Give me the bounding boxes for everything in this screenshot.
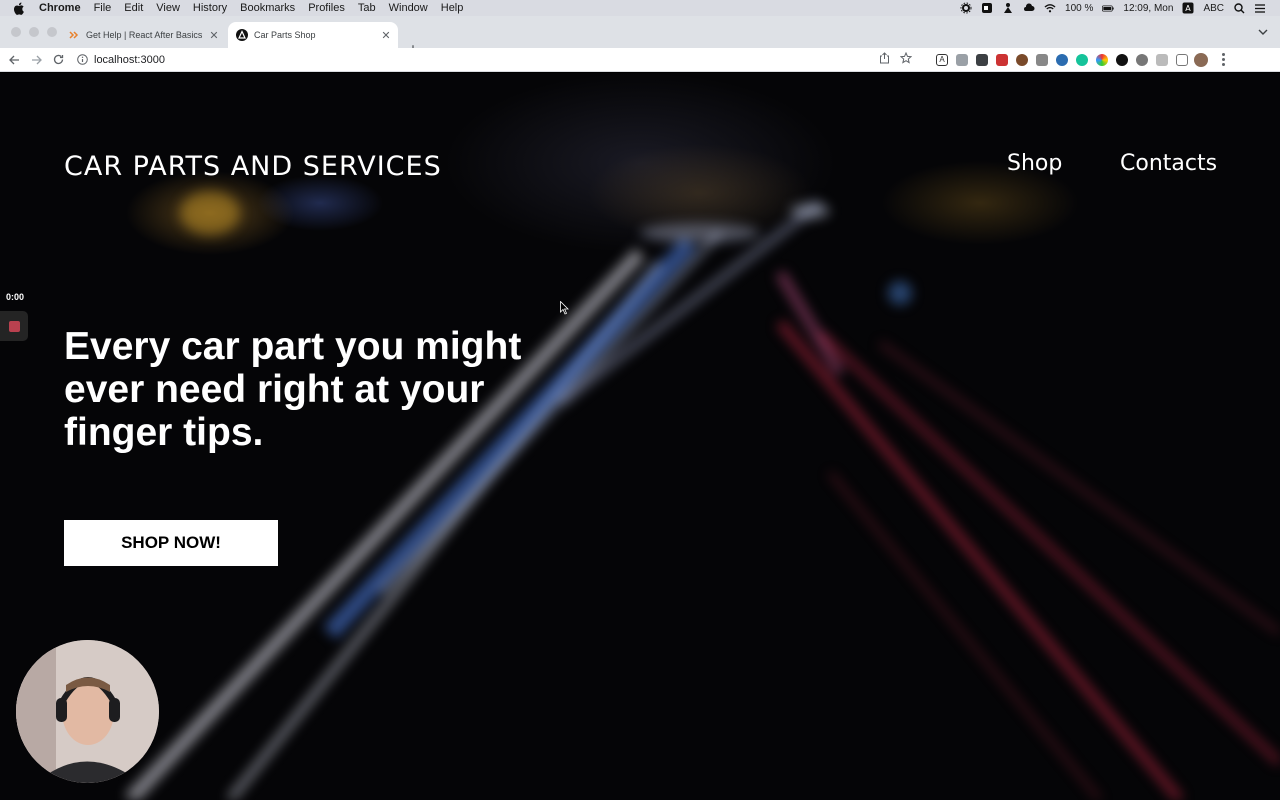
extension-color-icon[interactable] — [1096, 53, 1108, 66]
share-icon[interactable] — [879, 52, 890, 67]
zoom-window-button[interactable] — [47, 27, 57, 37]
cloud-status-icon[interactable] — [1023, 2, 1035, 14]
chevrons-icon — [68, 29, 80, 41]
reload-icon[interactable] — [50, 52, 66, 68]
nav-link-shop[interactable]: Shop — [1007, 151, 1062, 176]
tab-search-chevron-icon[interactable] — [1256, 25, 1270, 39]
input-source-label[interactable]: ABC — [1203, 3, 1224, 14]
grammarly-icon[interactable] — [1076, 53, 1088, 66]
menu-bookmarks[interactable]: Bookmarks — [240, 0, 295, 16]
forward-arrow-icon[interactable] — [28, 52, 44, 68]
menu-tab[interactable]: Tab — [358, 0, 376, 16]
tab-car-parts-shop[interactable]: Car Parts Shop ✕ — [228, 22, 398, 48]
bookmark-star-icon[interactable] — [899, 51, 913, 67]
svg-text:A: A — [1186, 4, 1192, 13]
figure-status-icon[interactable] — [1002, 2, 1014, 14]
extension-mail-icon[interactable] — [1036, 53, 1048, 66]
menubar-status-area: 100 % 12:09, Mon A ABC — [960, 2, 1280, 14]
close-tab-icon[interactable]: ✕ — [206, 27, 222, 43]
site-brand-logo[interactable]: CAR PARTS AND SERVICES — [64, 151, 442, 182]
site-info-icon[interactable] — [76, 54, 88, 66]
tab-title: Get Help | React After Basics — [86, 30, 203, 40]
menu-view[interactable]: View — [156, 0, 180, 16]
spotlight-search-icon[interactable] — [1233, 2, 1245, 14]
shop-now-button[interactable]: SHOP NOW! — [64, 520, 278, 566]
tab-title: Car Parts Shop — [254, 30, 316, 40]
input-source-icon[interactable]: A — [1182, 2, 1194, 14]
webcam-overlay — [16, 640, 159, 783]
gear-status-icon[interactable] — [960, 2, 972, 14]
browser-tabstrip: Get Help | React After Basics ✕ Car Part… — [0, 16, 1280, 58]
menu-app-chrome[interactable]: Chrome — [39, 0, 81, 16]
recording-timer: 0:00 — [5, 292, 24, 302]
back-arrow-icon[interactable] — [6, 52, 22, 68]
extension-gray-icon[interactable] — [1136, 53, 1148, 66]
stop-square-icon — [8, 320, 20, 332]
extensions-puzzle-icon[interactable] — [1156, 53, 1168, 66]
menu-edit[interactable]: Edit — [124, 0, 143, 16]
hero-headline: Every car part you might ever need right… — [64, 325, 522, 454]
tab-get-help[interactable]: Get Help | React After Basics ✕ — [60, 22, 226, 48]
site-favicon-icon — [236, 29, 248, 41]
video-status-icon[interactable] — [981, 2, 993, 14]
address-bar[interactable]: localhost:3000 — [76, 50, 924, 70]
menubar-clock[interactable]: 12:09, Mon — [1123, 3, 1173, 14]
mouse-cursor-icon — [560, 301, 569, 315]
menu-help[interactable]: Help — [441, 0, 464, 16]
extension-a-icon[interactable]: A — [936, 53, 948, 66]
battery-percent: 100 % — [1065, 2, 1094, 14]
browser-toolbar: localhost:3000 A — [0, 48, 1280, 72]
menu-window[interactable]: Window — [389, 0, 428, 16]
side-panel-icon[interactable] — [1176, 53, 1188, 66]
apple-icon[interactable] — [12, 1, 26, 15]
extension-red-icon[interactable] — [996, 53, 1008, 66]
nav-link-contacts[interactable]: Contacts — [1120, 151, 1217, 176]
omnibox-actions — [879, 51, 913, 67]
menu-file[interactable]: File — [94, 0, 112, 16]
profile-avatar[interactable] — [1194, 52, 1208, 67]
hero-section: CAR PARTS AND SERVICES Shop Contacts Eve… — [0, 73, 1280, 800]
battery-icon[interactable] — [1102, 2, 1115, 14]
more-menu-icon[interactable] — [1218, 53, 1228, 67]
macos-menubar: Chrome File Edit View History Bookmarks … — [0, 0, 1280, 16]
menu-profiles[interactable]: Profiles — [308, 0, 345, 16]
close-window-button[interactable] — [11, 27, 21, 37]
menu-history[interactable]: History — [193, 0, 227, 16]
url-text: localhost:3000 — [94, 53, 165, 66]
close-tab-icon[interactable]: ✕ — [378, 27, 394, 43]
extension-blue-icon[interactable] — [1056, 53, 1068, 66]
minimize-window-button[interactable] — [29, 27, 39, 37]
stop-recording-button[interactable] — [0, 311, 28, 341]
extension-dark-icon[interactable] — [1116, 53, 1128, 66]
control-center-icon[interactable] — [1254, 2, 1266, 14]
extension-translate-icon[interactable] — [956, 53, 968, 66]
extension-shield-icon[interactable] — [976, 53, 988, 66]
extension-brown-icon[interactable] — [1016, 53, 1028, 66]
window-controls — [11, 27, 57, 37]
wifi-icon[interactable] — [1044, 2, 1056, 14]
extensions-row: A — [936, 53, 1188, 66]
